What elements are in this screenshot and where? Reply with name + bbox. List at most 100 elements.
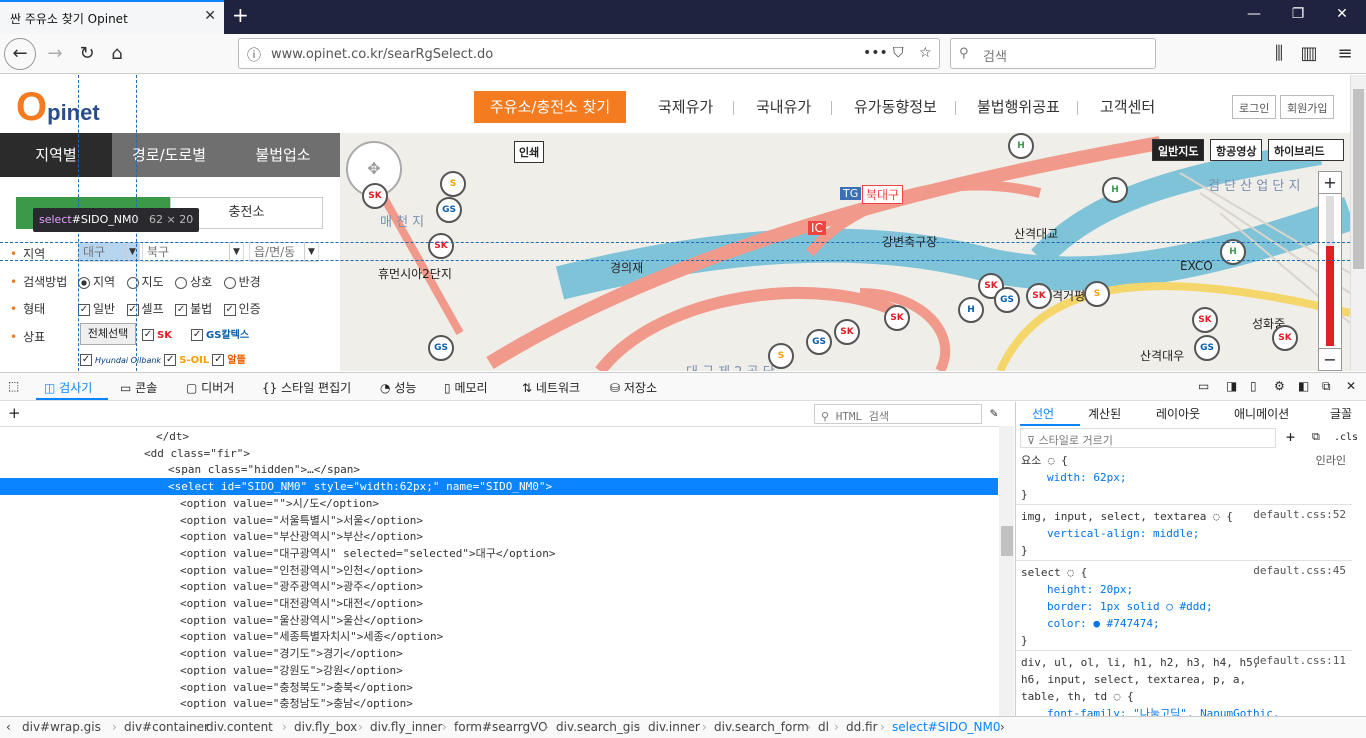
- markup-line[interactable]: <option value="세종특별자치시">세종</option>: [0, 628, 998, 645]
- tab-fonts[interactable]: 글꼴: [1330, 405, 1352, 422]
- tab-computed[interactable]: 계산된: [1088, 405, 1121, 422]
- bookmark-star-icon[interactable]: ☆: [919, 45, 932, 61]
- station-marker[interactable]: H: [1008, 133, 1034, 159]
- opinet-logo[interactable]: Opinet: [16, 85, 100, 130]
- page-scrollbar[interactable]: [1350, 75, 1366, 371]
- nav-support[interactable]: 고객센터: [1100, 91, 1155, 123]
- tab-console[interactable]: ▭ 콘솔: [120, 379, 157, 396]
- page-actions-icon[interactable]: •••: [863, 45, 888, 61]
- menu-icon[interactable]: ≡: [1330, 40, 1360, 68]
- sido-select[interactable]: 대구 ▼: [78, 242, 140, 262]
- station-marker[interactable]: GS: [806, 329, 832, 355]
- station-marker[interactable]: GS: [428, 335, 454, 361]
- map-view-normal[interactable]: 일반지도: [1152, 139, 1205, 161]
- radio-name[interactable]: 상호: [175, 275, 212, 289]
- station-marker[interactable]: SK: [428, 233, 454, 259]
- breadcrumb-item[interactable]: div.inner: [648, 720, 700, 734]
- css-declaration[interactable]: color: ● #747474;: [1021, 615, 1160, 632]
- settings-gear-icon[interactable]: ⚙: [1274, 379, 1285, 393]
- css-declaration[interactable]: height: 20px;: [1021, 581, 1133, 598]
- home-icon[interactable]: ⌂: [102, 40, 132, 68]
- breadcrumb-item[interactable]: div.fly_inner: [370, 720, 442, 734]
- tab-animations[interactable]: 애니메이션: [1234, 405, 1289, 422]
- station-marker[interactable]: SK: [1026, 283, 1052, 309]
- responsive-icon[interactable]: ▯: [1250, 379, 1257, 393]
- markup-line[interactable]: <option value="강원도">강원</option>: [0, 662, 998, 679]
- tab-inspector[interactable]: ◫ 검사기: [44, 379, 92, 396]
- station-marker[interactable]: SK: [834, 319, 860, 345]
- tab-by-region[interactable]: 지역별: [0, 133, 112, 177]
- station-marker[interactable]: GS: [436, 197, 462, 223]
- markup-line[interactable]: <option value="충청북도">충북</option>: [0, 679, 998, 696]
- markup-scrollbar[interactable]: [999, 426, 1014, 716]
- scrollbar-thumb[interactable]: [1353, 89, 1364, 269]
- tab-by-route[interactable]: 경로/도로별: [112, 133, 226, 177]
- back-icon[interactable]: ←: [4, 38, 36, 70]
- tab-debugger[interactable]: ▢ 디버거: [186, 379, 234, 396]
- map-view-hybrid[interactable]: 하이브리드: [1268, 139, 1344, 161]
- search-box[interactable]: ⚲ 검색: [950, 38, 1156, 69]
- checkbox-illegal[interactable]: ✓ 불법: [175, 302, 212, 316]
- markup-line[interactable]: <option value="대구광역시" selected="selected…: [0, 545, 998, 562]
- pseudo-class-icon[interactable]: ⧉: [1312, 430, 1320, 444]
- pick-element-icon[interactable]: ⬚: [8, 379, 19, 393]
- close-window-icon[interactable]: ✕: [1332, 6, 1352, 22]
- rule-source-link[interactable]: default.css:45: [1253, 564, 1346, 577]
- nav-price-trend[interactable]: 유가동향정보: [854, 91, 937, 123]
- tab-layout[interactable]: 레이아웃: [1156, 405, 1200, 422]
- breadcrumb-right-icon[interactable]: ›: [1000, 720, 1005, 734]
- station-marker[interactable]: H: [1102, 177, 1128, 203]
- close-devtools-icon[interactable]: ✕: [1346, 379, 1356, 393]
- checkbox-certified[interactable]: ✓ 인증: [223, 302, 261, 316]
- markup-line[interactable]: <span class="hidden">…</span>: [0, 461, 998, 478]
- station-marker[interactable]: SK: [884, 305, 910, 331]
- markup-line[interactable]: <option value="경기도">경기</option>: [0, 645, 998, 662]
- markup-line[interactable]: <option value="광주광역시">광주</option>: [0, 578, 998, 595]
- tab-memory[interactable]: ▯ 메모리: [444, 379, 488, 396]
- breadcrumb-item[interactable]: div.fly_box: [294, 720, 357, 734]
- login-button[interactable]: 로그인: [1232, 95, 1277, 119]
- nav-violations[interactable]: 불법행위공표: [977, 91, 1060, 123]
- select-all-brands-button[interactable]: 전체선택: [80, 323, 136, 345]
- checkbox-general[interactable]: ✓ 일반: [78, 302, 115, 316]
- markup-line[interactable]: <option value="서울특별시">서울</option>: [0, 512, 998, 529]
- markup-line[interactable]: <option value="충청남도">충남</option>: [0, 695, 998, 712]
- selected-markup-line[interactable]: <select id="SIDO_NM0" style="width:62px;…: [0, 478, 998, 496]
- altteul-brand[interactable]: 알뜰: [227, 355, 245, 366]
- markup-view[interactable]: + ⚲ HTML 검색 ✎ </dt> <dd class="fir"> <span…: [0, 402, 1014, 716]
- html-search-input[interactable]: ⚲ HTML 검색: [814, 404, 982, 424]
- css-declaration[interactable]: border: 1px solid ○ #ddd;: [1021, 598, 1213, 615]
- css-declaration[interactable]: vertical-align: middle;: [1021, 525, 1199, 542]
- rule-source-link[interactable]: 인라인: [1316, 452, 1346, 468]
- tab-rules[interactable]: 선언: [1032, 405, 1054, 422]
- nav-station-finder[interactable]: 주유소/충전소 찾기: [474, 91, 627, 123]
- print-button[interactable]: 인쇄: [514, 141, 545, 163]
- markup-scrollbar-thumb[interactable]: [1001, 526, 1013, 556]
- station-marker[interactable]: SK: [1272, 325, 1298, 351]
- breadcrumb-item[interactable]: dd.fir: [846, 720, 878, 734]
- info-icon[interactable]: ⓘ: [247, 45, 261, 65]
- markup-line[interactable]: </dt>: [0, 428, 998, 445]
- add-rule-icon[interactable]: +: [1286, 428, 1295, 446]
- radio-radius[interactable]: 반경: [223, 275, 261, 289]
- breadcrumb-item[interactable]: dl: [818, 720, 829, 734]
- station-marker[interactable]: S: [768, 343, 794, 369]
- close-tab-icon[interactable]: ✕: [204, 8, 216, 24]
- breadcrumb-item[interactable]: div#wrap.gis: [22, 720, 101, 734]
- sk-brand[interactable]: SK: [157, 330, 172, 341]
- popout-icon[interactable]: ⧉: [1322, 379, 1331, 394]
- reload-icon[interactable]: ↻: [72, 40, 102, 68]
- style-filter-input[interactable]: ⊽ 스타일로 거르기: [1020, 428, 1276, 448]
- tab-style-editor[interactable]: {} 스타일 편집기: [262, 379, 351, 396]
- hyundai-brand[interactable]: Hyundai Oilbank: [95, 356, 161, 365]
- map-area[interactable]: ✥ 인쇄 일반지도 항공영상 하이브리드 매 천 지 휴먼시아2단지 경의재 북…: [340, 133, 1350, 371]
- cls-toggle[interactable]: .cls: [1334, 432, 1358, 443]
- zoom-in-button[interactable]: +: [1319, 172, 1341, 194]
- new-tab-icon[interactable]: +: [232, 3, 249, 27]
- markup-line[interactable]: <option value="울산광역시">울산</option>: [0, 612, 998, 629]
- markup-line[interactable]: <option value="">시/도</option>: [0, 495, 998, 512]
- markup-line[interactable]: <option value="부산광역시">부산</option>: [0, 528, 998, 545]
- breadcrumb-item[interactable]: div.search_form: [714, 720, 809, 734]
- breadcrumb-left-icon[interactable]: ‹: [6, 720, 11, 734]
- station-marker[interactable]: SK: [1192, 307, 1218, 333]
